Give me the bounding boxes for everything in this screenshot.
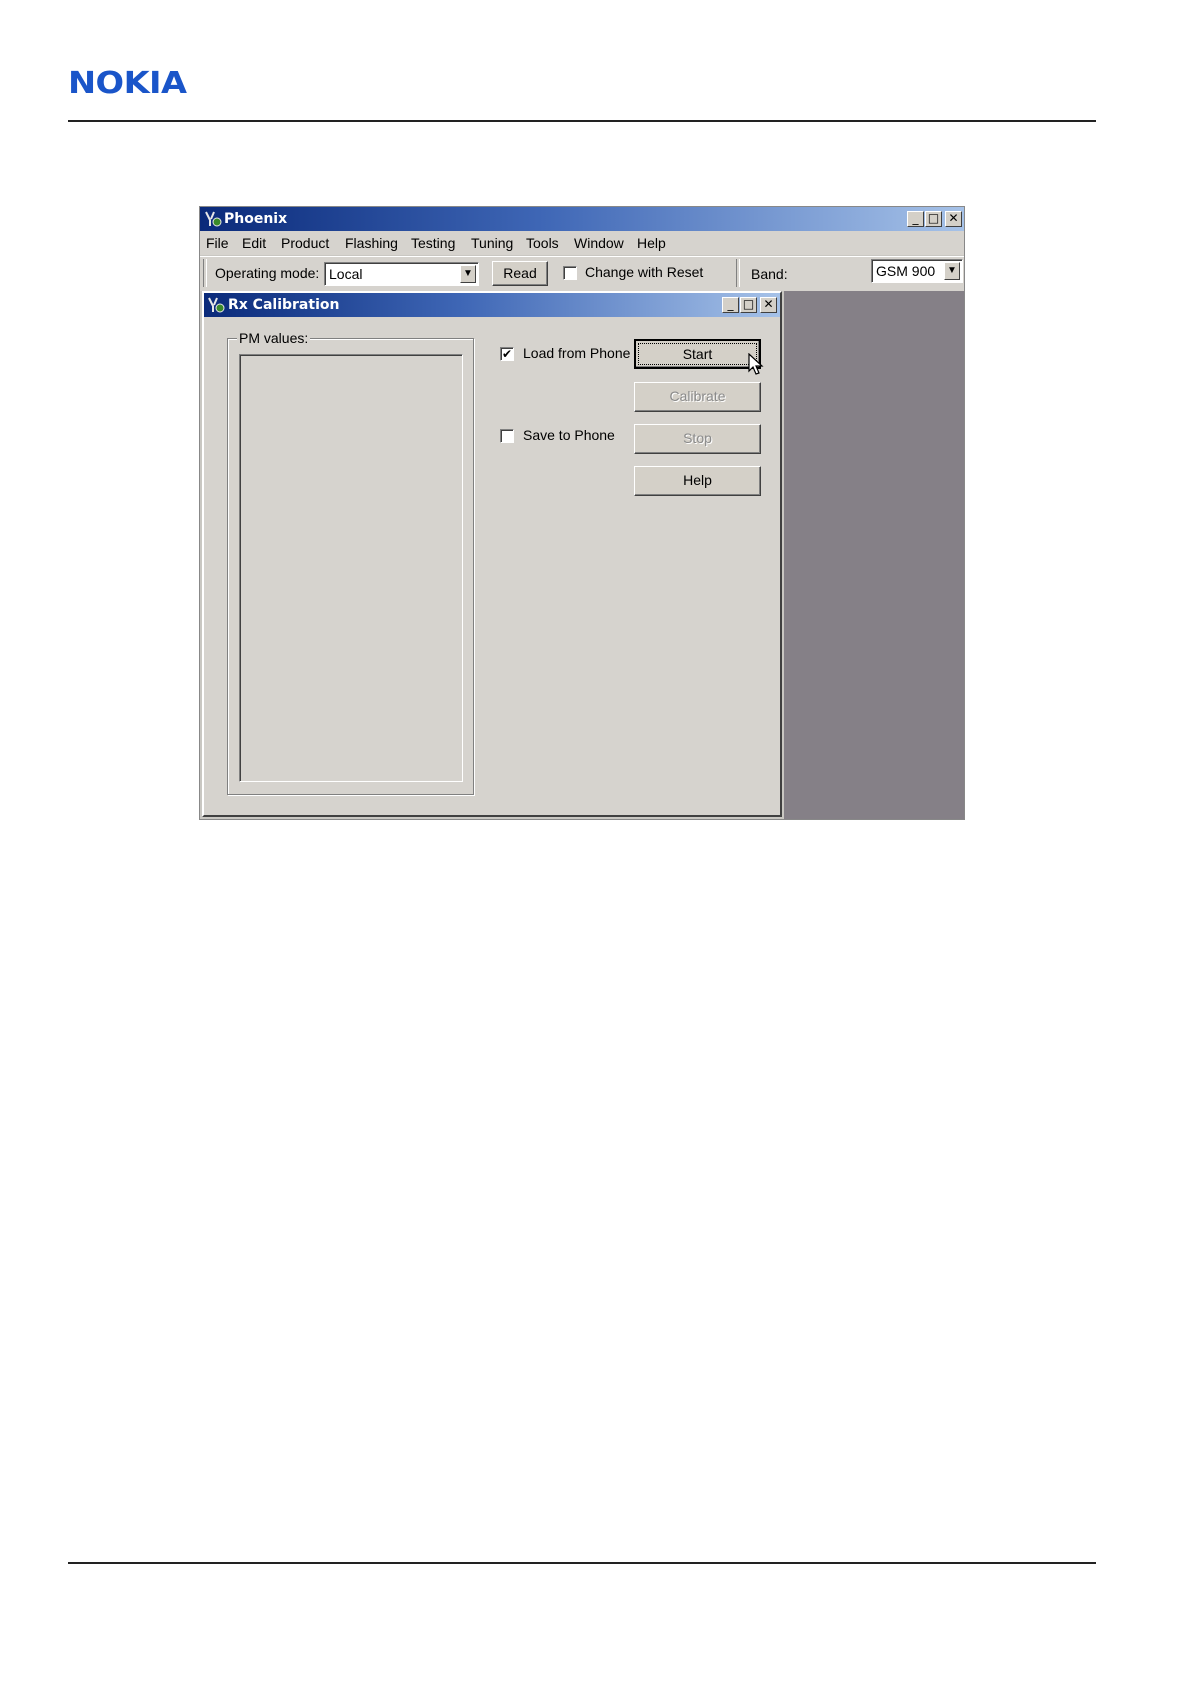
minimize-icon[interactable]: _ — [907, 211, 924, 227]
calibrate-button[interactable]: Calibrate — [634, 382, 761, 412]
menu-file[interactable]: File — [206, 235, 229, 251]
save-to-phone-checkbox[interactable] — [500, 429, 514, 443]
checkmark-icon: ✔ — [501, 347, 513, 361]
toolbar-separator — [203, 259, 207, 287]
toolbar: Operating mode: Local ▼ Read Change with… — [200, 256, 964, 291]
mouse-pointer-icon — [748, 353, 764, 375]
pm-values-list[interactable] — [239, 354, 463, 782]
rx-calibration-titlebar[interactable]: Rx Calibration _ □ ✕ — [204, 293, 780, 317]
band-dropdown[interactable]: GSM 900 ▼ — [871, 259, 963, 283]
operating-mode-dropdown[interactable]: Local ▼ — [324, 262, 479, 286]
menu-testing[interactable]: Testing — [411, 235, 455, 251]
rx-calibration-window: Rx Calibration _ □ ✕ PM values: ✔ Load f… — [202, 291, 782, 817]
mdi-background — [784, 291, 964, 819]
menu-bar: File Edit Product Flashing Testing Tunin… — [200, 231, 964, 255]
menu-tools[interactable]: Tools — [526, 235, 559, 251]
pm-values-label: PM values: — [237, 330, 311, 346]
maximize-icon[interactable]: □ — [925, 211, 942, 227]
chevron-down-icon[interactable]: ▼ — [944, 262, 960, 280]
phoenix-titlebar[interactable]: Phoenix _ □ ✕ — [200, 207, 964, 231]
change-with-reset-label: Change with Reset — [585, 264, 704, 280]
band-value: GSM 900 — [876, 263, 936, 279]
footer-rule — [68, 1562, 1096, 1564]
rx-window-title: Rx Calibration — [228, 297, 340, 313]
menu-window[interactable]: Window — [574, 235, 624, 251]
band-label: Band: — [751, 266, 788, 282]
toolbar-separator — [736, 259, 740, 287]
start-button-label: Start — [682, 346, 713, 362]
operating-mode-value: Local — [329, 266, 363, 282]
phoenix-app-icon — [205, 211, 222, 227]
chevron-down-icon[interactable]: ▼ — [460, 265, 476, 283]
stop-button[interactable]: Stop — [634, 424, 761, 454]
load-from-phone-label: Load from Phone — [523, 345, 631, 361]
header-rule — [68, 120, 1096, 122]
menu-product[interactable]: Product — [281, 235, 329, 251]
read-button[interactable]: Read — [492, 261, 548, 286]
close-icon[interactable]: ✕ — [760, 297, 777, 313]
rx-app-icon — [208, 297, 225, 313]
load-from-phone-checkbox[interactable]: ✔ — [500, 347, 514, 361]
save-to-phone-label: Save to Phone — [523, 427, 615, 443]
menu-edit[interactable]: Edit — [242, 235, 266, 251]
menu-flashing[interactable]: Flashing — [345, 235, 398, 251]
operating-mode-label: Operating mode: — [215, 265, 320, 281]
minimize-icon[interactable]: _ — [722, 297, 739, 313]
close-icon[interactable]: ✕ — [945, 211, 962, 227]
maximize-icon[interactable]: □ — [740, 297, 757, 313]
phoenix-window: Phoenix _ □ ✕ File Edit Product Flashing… — [199, 206, 965, 820]
help-button[interactable]: Help — [634, 466, 761, 496]
change-with-reset-checkbox[interactable] — [563, 266, 577, 280]
menu-help[interactable]: Help — [637, 235, 666, 251]
start-button[interactable]: Start — [634, 339, 761, 369]
app-title: Phoenix — [224, 211, 288, 227]
menu-tuning[interactable]: Tuning — [471, 235, 513, 251]
nokia-logo: NOKIA — [68, 66, 187, 101]
